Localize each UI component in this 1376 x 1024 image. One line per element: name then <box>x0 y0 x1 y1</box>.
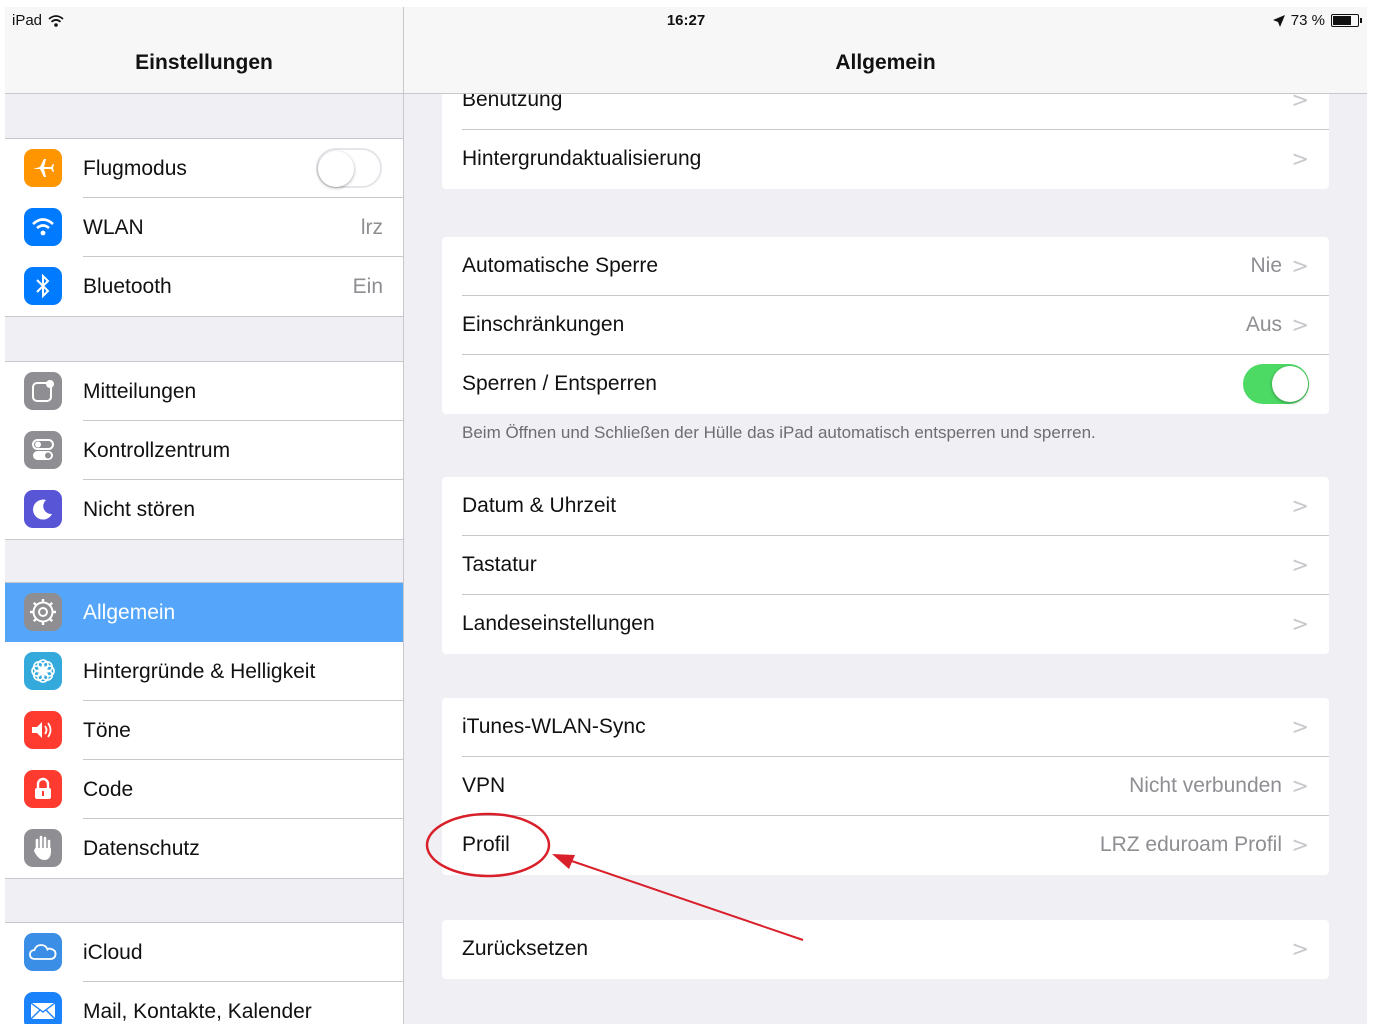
detail-pane: Allgemein Benutzung > Hintergrundaktuali… <box>404 7 1367 1024</box>
bluetooth-value: Ein <box>352 274 383 298</box>
sidebar-item-allgemein[interactable]: Allgemein <box>5 583 403 642</box>
sidebar-group-notifications: Mitteilungen Kontrollzentrum Nicht störe… <box>5 361 403 540</box>
lock-footnote: Beim Öffnen und Schließen der Hülle das … <box>462 423 1096 442</box>
row-itunes-wlan-sync[interactable]: iTunes-WLAN-Sync > <box>442 698 1329 757</box>
speaker-icon <box>24 711 62 749</box>
detail-group-locale: Datum & Uhrzeit > Tastatur > Landeseinst… <box>442 477 1329 654</box>
battery-icon <box>1331 14 1362 27</box>
row-profil[interactable]: Profil LRZ eduroam Profil > <box>442 816 1329 875</box>
chevron-right-icon: > <box>1291 313 1309 337</box>
bluetooth-icon <box>24 267 62 305</box>
chevron-right-icon: > <box>1291 553 1309 577</box>
settings-sidebar: Einstellungen Flugmodus WLAN lrz Bluetoo… <box>5 7 404 1024</box>
row-vpn[interactable]: VPN Nicht verbunden > <box>442 757 1329 816</box>
detail-group-reset: Zurücksetzen > <box>442 920 1329 979</box>
sidebar-item-kontrollzentrum[interactable]: Kontrollzentrum <box>5 421 403 480</box>
sidebar-title: Einstellungen <box>135 51 273 74</box>
row-datum-uhrzeit[interactable]: Datum & Uhrzeit > <box>442 477 1329 536</box>
gear-icon <box>24 593 62 631</box>
ipad-screen: iPad 16:27 73 % Einstellungen Flugmodus … <box>5 7 1367 1024</box>
row-einschraenkungen[interactable]: Einschränkungen Aus > <box>442 296 1329 355</box>
moon-icon <box>24 490 62 528</box>
chevron-right-icon: > <box>1291 937 1309 961</box>
control-center-icon <box>24 431 62 469</box>
sidebar-group-accounts: iCloud Mail, Kontakte, Kalender <box>5 922 403 1024</box>
sidebar-item-mitteilungen[interactable]: Mitteilungen <box>5 362 403 421</box>
cloud-icon <box>24 933 62 971</box>
airplane-icon <box>24 149 62 187</box>
lock-icon <box>24 770 62 808</box>
detail-group-lock: Automatische Sperre Nie > Einschränkunge… <box>442 237 1329 414</box>
sidebar-item-icloud[interactable]: iCloud <box>5 923 403 982</box>
sidebar-item-wlan[interactable]: WLAN lrz <box>5 198 403 257</box>
sperren-entsperren-toggle[interactable] <box>1243 364 1309 404</box>
flugmodus-toggle[interactable] <box>316 148 382 188</box>
wifi-icon <box>24 208 62 246</box>
sidebar-item-mail[interactable]: Mail, Kontakte, Kalender <box>5 982 403 1024</box>
row-landeseinstellungen[interactable]: Landeseinstellungen > <box>442 595 1329 654</box>
location-arrow-icon <box>1272 14 1285 27</box>
mail-icon <box>24 992 62 1024</box>
chevron-right-icon: > <box>1291 774 1309 798</box>
chevron-right-icon: > <box>1291 147 1309 171</box>
chevron-right-icon: > <box>1291 612 1309 636</box>
chevron-right-icon: > <box>1291 715 1309 739</box>
sidebar-group-general: Allgemein Hintergründe & Helligkeit Töne <box>5 582 403 879</box>
chevron-right-icon: > <box>1291 494 1309 518</box>
detail-title: Allgemein <box>835 51 936 74</box>
status-time: 16:27 <box>666 12 706 29</box>
chevron-right-icon: > <box>1291 254 1309 278</box>
battery-percent: 73 % <box>1290 12 1325 29</box>
wlan-value: lrz <box>360 215 383 239</box>
row-sperren-entsperren: Sperren / Entsperren <box>442 355 1329 414</box>
sidebar-item-hintergruende[interactable]: Hintergründe & Helligkeit <box>5 642 403 701</box>
sidebar-item-datenschutz[interactable]: Datenschutz <box>5 819 403 878</box>
sidebar-item-nicht-stoeren[interactable]: Nicht stören <box>5 480 403 539</box>
row-hintergrundaktualisierung[interactable]: Hintergrundaktualisierung > <box>442 130 1329 189</box>
chevron-right-icon: > <box>1291 833 1309 857</box>
sidebar-item-bluetooth[interactable]: Bluetooth Ein <box>5 257 403 316</box>
hand-icon <box>24 829 62 867</box>
flower-icon <box>24 652 62 690</box>
row-automatische-sperre[interactable]: Automatische Sperre Nie > <box>442 237 1329 296</box>
status-bar: iPad 16:27 73 % <box>5 7 1367 34</box>
sidebar-item-toene[interactable]: Töne <box>5 701 403 760</box>
notifications-icon <box>24 372 62 410</box>
sidebar-group-connectivity: Flugmodus WLAN lrz Bluetooth Ein <box>5 138 403 317</box>
sidebar-item-code[interactable]: Code <box>5 760 403 819</box>
sidebar-item-flugmodus[interactable]: Flugmodus <box>5 139 403 198</box>
row-tastatur[interactable]: Tastatur > <box>442 536 1329 595</box>
detail-group-network: iTunes-WLAN-Sync > VPN Nicht verbunden >… <box>442 698 1329 875</box>
row-zuruecksetzen[interactable]: Zurücksetzen > <box>442 920 1329 979</box>
